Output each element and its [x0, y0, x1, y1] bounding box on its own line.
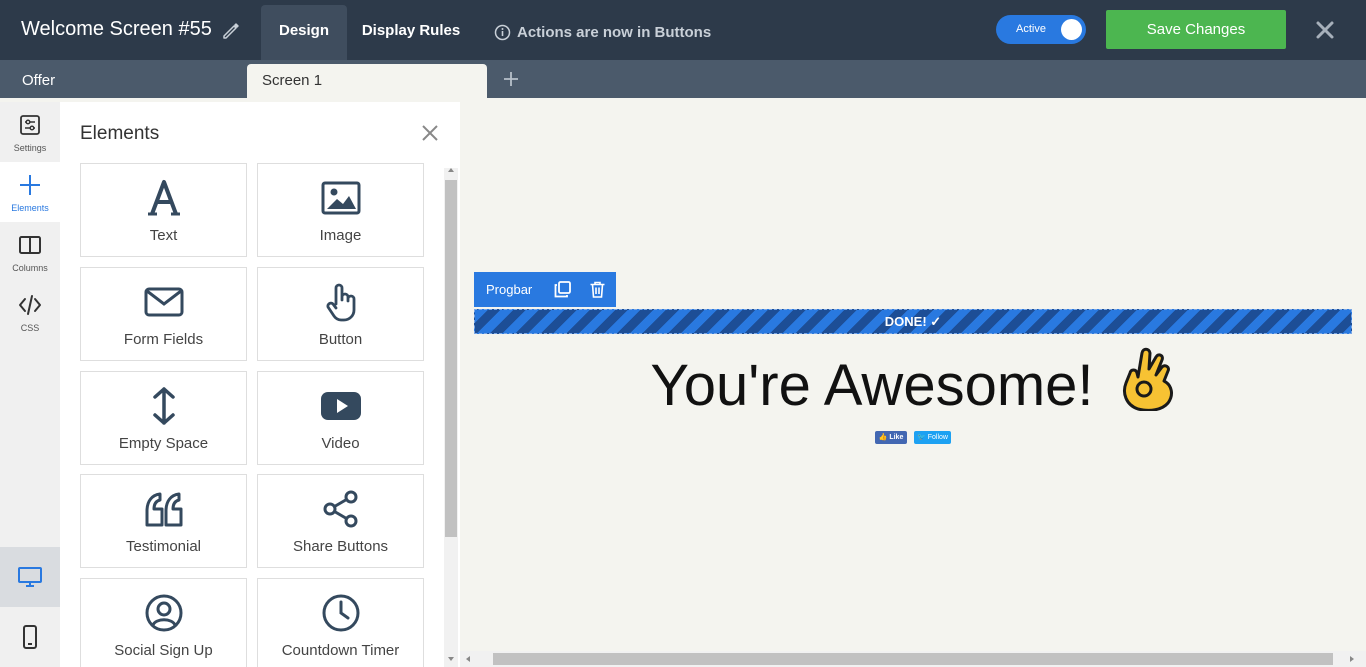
progress-bar[interactable]: DONE! ✓	[474, 309, 1352, 334]
tile-label: Button	[318, 331, 363, 348]
left-rail: Settings Elements Columns CSS	[0, 102, 60, 667]
element-tile-social-sign-up[interactable]: Social Sign Up	[80, 578, 247, 667]
tab-display-rules[interactable]: Display Rules	[352, 5, 470, 57]
progbar-label: Progbar	[486, 282, 533, 297]
info-icon	[494, 24, 511, 40]
video-icon	[321, 392, 361, 420]
scroll-left-arrow-icon[interactable]	[466, 656, 470, 662]
fb-like-label: Like	[889, 434, 904, 441]
settings-icon	[20, 115, 40, 135]
image-icon	[321, 181, 361, 215]
rail-label-elements: Elements	[11, 203, 49, 213]
tile-label: Text	[149, 227, 178, 244]
rail-item-settings[interactable]: Settings	[0, 102, 60, 162]
facebook-like-button[interactable]: 👍 Like	[875, 431, 907, 444]
element-tile-video[interactable]: Video	[257, 371, 424, 465]
tw-follow-label: Follow	[927, 434, 948, 441]
rail-label-settings: Settings	[13, 143, 47, 153]
rail-item-columns[interactable]: Columns	[0, 222, 60, 282]
desktop-icon	[18, 567, 42, 587]
tab-design[interactable]: Design	[261, 5, 347, 60]
screen-title: Welcome Screen #55	[21, 18, 212, 40]
progbar-toolbar: Progbar	[474, 272, 616, 307]
scroll-up-arrow-icon[interactable]	[448, 168, 454, 172]
scroll-right-arrow-icon[interactable]	[1350, 656, 1354, 662]
mobile-icon	[23, 625, 37, 649]
tile-label: Image	[319, 227, 362, 244]
device-mobile[interactable]	[0, 607, 60, 667]
columns-icon	[19, 236, 41, 254]
rail-label-columns: Columns	[12, 263, 48, 273]
element-tile-image[interactable]: Image	[257, 163, 424, 257]
tile-label: Countdown Timer	[281, 642, 400, 659]
element-tile-testimonial[interactable]: Testimonial	[80, 474, 247, 568]
headline-label: You're Awesome!	[650, 353, 1094, 418]
top-bar: Welcome Screen #55 Design Display Rules …	[0, 0, 1366, 60]
twitter-follow-button[interactable]: 🐦 Follow	[914, 431, 951, 444]
tile-label: Empty Space	[118, 435, 209, 452]
element-tile-form-fields[interactable]: Form Fields	[80, 267, 247, 361]
toggle-label: Active	[1016, 23, 1046, 35]
user-circle-icon	[145, 594, 183, 632]
quote-icon	[145, 492, 183, 527]
duplicate-icon[interactable]	[554, 281, 571, 298]
actions-notice[interactable]: Actions are now in Buttons	[494, 22, 711, 42]
tile-label: Testimonial	[125, 538, 202, 555]
rail-item-css[interactable]: CSS	[0, 282, 60, 342]
code-icon	[19, 295, 41, 315]
toggle-knob	[1061, 19, 1082, 40]
clock-icon	[322, 594, 360, 632]
ok-hand-emoji-icon	[1122, 347, 1173, 411]
pencil-icon[interactable]	[221, 21, 241, 41]
close-icon[interactable]	[1313, 18, 1337, 42]
tab-screen-1[interactable]: Screen 1	[247, 64, 487, 98]
close-panel-icon[interactable]	[421, 124, 439, 142]
screen-tabs-bar: Offer	[0, 60, 1366, 98]
share-icon	[323, 490, 358, 528]
canvas-horizontal-scrollbar-thumb[interactable]	[493, 653, 1333, 665]
element-tile-button[interactable]: Button	[257, 267, 424, 361]
element-tile-text[interactable]: Text	[80, 163, 247, 257]
rail-label-css: CSS	[20, 323, 40, 333]
scroll-down-arrow-icon[interactable]	[448, 657, 454, 661]
text-icon	[148, 180, 180, 216]
tile-label: Form Fields	[123, 331, 204, 348]
headline-text[interactable]: You're Awesome!	[474, 345, 1352, 419]
device-desktop[interactable]	[0, 547, 60, 607]
tile-label: Social Sign Up	[114, 642, 213, 659]
panel-scrollbar-thumb[interactable]	[445, 180, 457, 537]
actions-notice-text: Actions are now in Buttons	[517, 23, 712, 41]
tile-label: Share Buttons	[292, 538, 389, 555]
add-screen-icon[interactable]	[501, 69, 521, 89]
vertical-arrows-icon	[153, 387, 175, 425]
plus-icon	[20, 175, 40, 195]
rail-item-elements[interactable]: Elements	[0, 162, 60, 222]
offer-label[interactable]: Offer	[22, 72, 55, 89]
element-tile-share-buttons[interactable]: Share Buttons	[257, 474, 424, 568]
element-tile-countdown-timer[interactable]: Countdown Timer	[257, 578, 424, 667]
envelope-icon	[144, 287, 184, 317]
tile-label: Video	[321, 435, 360, 452]
progress-bar-text: DONE! ✓	[884, 314, 942, 329]
pointer-hand-icon	[326, 283, 356, 322]
active-toggle[interactable]: Active	[996, 15, 1086, 44]
save-changes-button[interactable]: Save Changes	[1106, 10, 1286, 49]
trash-icon[interactable]	[589, 281, 606, 298]
panel-title: Elements	[80, 123, 160, 144]
element-tile-empty-space[interactable]: Empty Space	[80, 371, 247, 465]
